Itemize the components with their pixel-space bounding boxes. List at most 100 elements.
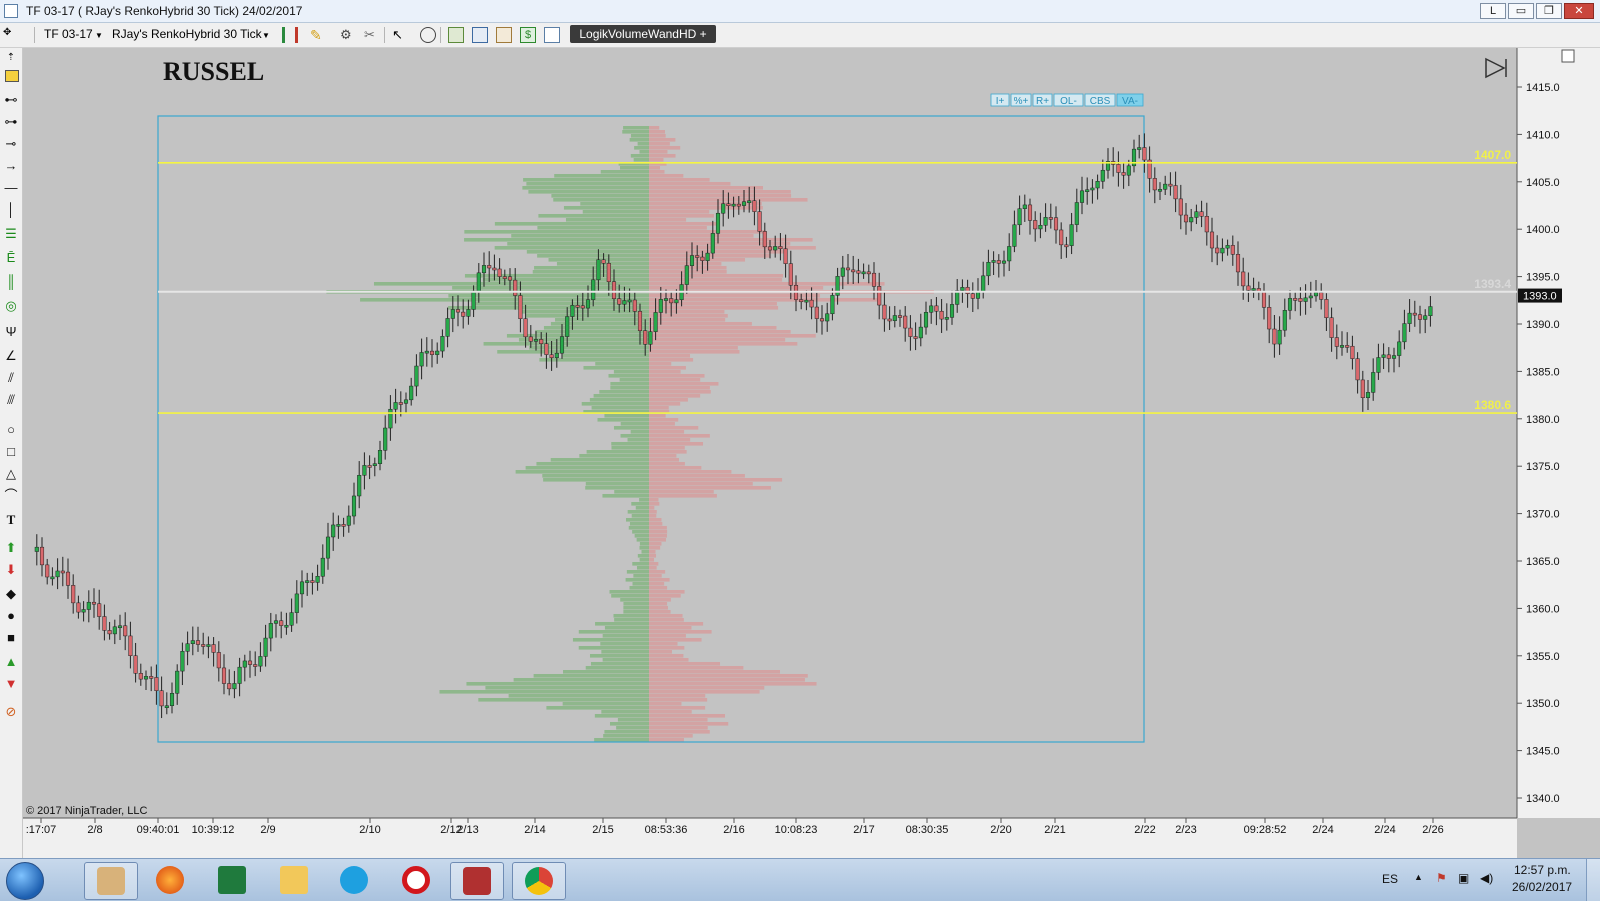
triangle-up-marker-icon[interactable]: ▲ <box>3 654 19 670</box>
profile-buy-bar <box>580 202 649 206</box>
chevron-down-icon[interactable]: ▼ <box>95 31 103 47</box>
profile-sell-bar <box>649 574 662 578</box>
vertical-line-tool-icon[interactable]: │ <box>3 202 19 218</box>
fib-extension-tool-icon[interactable]: Ē <box>3 250 19 266</box>
candle-up <box>289 612 294 626</box>
profile-sell-bar <box>649 570 666 574</box>
trend-channel-tool-icon[interactable]: ⫻ <box>3 392 19 408</box>
price-chart[interactable]: 1407.0 1380.6 1393.4 1393.0 1415.0 1410.0 140… <box>23 48 1600 858</box>
candle-up <box>559 336 565 354</box>
language-indicator[interactable]: ES <box>1382 872 1398 886</box>
maximize-button[interactable]: ❐ <box>1536 3 1562 19</box>
candle-up <box>1157 189 1163 192</box>
crosshair-icon[interactable]: ✥ <box>3 27 19 43</box>
properties-icon[interactable]: ⚙ <box>340 27 356 43</box>
candle-up <box>180 651 185 672</box>
profile-sell-bar <box>649 638 702 642</box>
profile-buy-bar <box>537 226 649 230</box>
line-tool-icon[interactable]: ⊶ <box>3 114 19 130</box>
ray-tool-icon[interactable]: ⊸ <box>3 136 19 152</box>
clock-date[interactable]: 26/02/2017 <box>1512 880 1572 894</box>
ellipse-tool-icon[interactable]: ○ <box>3 422 19 438</box>
dollar-icon[interactable]: $ <box>520 27 536 43</box>
candle-up <box>206 644 211 647</box>
bar-type-selector[interactable]: RJay's RenkoHybrid 30 Tick <box>112 27 262 43</box>
taskbar-app-explorer[interactable] <box>268 862 320 898</box>
price-tick-label: 1375.0 <box>1526 461 1560 473</box>
taskbar-app-excel[interactable] <box>206 862 258 898</box>
chart-style-icon[interactable] <box>282 27 298 43</box>
show-desktop-button[interactable] <box>1586 859 1600 901</box>
triangle-down-marker-icon[interactable]: ▼ <box>3 676 19 692</box>
candle-up <box>393 402 398 410</box>
network-icon[interactable]: ▣ <box>1458 871 1469 885</box>
candle-up <box>242 660 247 668</box>
chevron-down-icon[interactable]: ▼ <box>262 31 270 47</box>
clock-time[interactable]: 12:57 p.m. <box>1514 863 1571 877</box>
draw-tool-icon[interactable]: ✎ <box>310 27 326 43</box>
fib-time-tool-icon[interactable]: ║ <box>3 274 19 290</box>
candle-down <box>799 299 804 303</box>
arrow-up-tool-icon[interactable]: ⇡ <box>3 50 19 66</box>
gann-fan-tool-icon[interactable]: ∠ <box>3 348 19 364</box>
profile-buy-bar <box>602 658 649 662</box>
candle-up <box>1303 297 1308 302</box>
fib-circle-tool-icon[interactable]: ◎ <box>3 298 19 314</box>
minimize-button[interactable]: ▭ <box>1508 3 1534 19</box>
arc-tool-icon[interactable]: ⌒ <box>3 488 19 504</box>
dot-marker-icon[interactable]: ● <box>3 608 19 624</box>
volume-icon[interactable]: ◀) <box>1480 871 1493 885</box>
taskbar-app-ninjatrader[interactable] <box>450 862 504 900</box>
candle-up <box>419 352 424 367</box>
candle-down <box>91 601 97 605</box>
diamond-marker-icon[interactable]: ◆ <box>3 586 19 602</box>
ninjatrader-app-icon <box>4 4 18 18</box>
profile-sell-bar <box>649 718 708 722</box>
candle-up <box>1022 204 1027 209</box>
ruler-tool-icon[interactable]: ⊷ <box>3 92 19 108</box>
indicator-button[interactable]: LogikVolumeWandHD + <box>570 25 716 43</box>
panel-toggle-icon[interactable] <box>1561 49 1575 63</box>
rectangle-tool-icon[interactable]: □ <box>3 444 19 460</box>
profile-sell-bar <box>649 730 710 734</box>
pin-icon[interactable]: ✂ <box>364 27 380 43</box>
arrow-up-marker-icon[interactable]: ⬆ <box>3 540 19 556</box>
instrument-selector[interactable]: TF 03-17 <box>44 27 93 43</box>
action-center-icon[interactable]: ⚑ <box>1436 871 1447 885</box>
tray-expand-icon[interactable]: ▲ <box>1414 872 1423 882</box>
data-box-icon[interactable] <box>496 27 512 43</box>
taskbar-app-skype[interactable] <box>328 862 380 898</box>
horizontal-line-tool-icon[interactable]: — <box>3 180 19 196</box>
profile-buy-bar <box>586 450 649 454</box>
arrow-down-marker-icon[interactable]: ⬇ <box>3 562 19 578</box>
candle-down <box>669 298 674 304</box>
candle-down <box>76 602 81 613</box>
taskbar-app-firefox[interactable] <box>144 862 196 898</box>
zoom-icon[interactable] <box>420 27 436 43</box>
note-tool-icon[interactable] <box>5 70 19 82</box>
profile-sell-bar <box>649 626 692 630</box>
taskbar-app-hand[interactable] <box>84 862 138 900</box>
profile-sell-bar <box>649 734 693 738</box>
regression-channel-tool-icon[interactable]: ⫽ <box>3 370 19 386</box>
close-button[interactable]: ✕ <box>1564 3 1594 19</box>
indicators-icon[interactable] <box>448 27 464 43</box>
arrow-line-tool-icon[interactable]: → <box>3 158 19 174</box>
remove-drawings-icon[interactable]: ⊘ <box>3 704 19 720</box>
cursor-icon[interactable]: ↖ <box>392 27 408 43</box>
triangle-tool-icon[interactable]: △ <box>3 466 19 482</box>
pitchfork-tool-icon[interactable]: Ψ <box>3 324 19 340</box>
text-tool-icon[interactable]: T <box>3 512 19 528</box>
profile-buy-bar <box>632 530 649 534</box>
taskbar-app-chrome[interactable] <box>512 862 566 900</box>
candle-up <box>372 463 377 466</box>
link-button[interactable]: L <box>1480 3 1506 19</box>
profile-buy-bar <box>614 618 649 622</box>
fib-retracement-tool-icon[interactable]: ☰ <box>3 226 19 242</box>
strategies-icon[interactable] <box>472 27 488 43</box>
chart-properties-icon[interactable] <box>544 27 560 43</box>
start-button[interactable] <box>6 862 44 900</box>
time-tick-label: 2/13 <box>457 824 478 836</box>
square-marker-icon[interactable]: ■ <box>3 630 19 646</box>
taskbar-app-opera[interactable] <box>390 862 442 898</box>
